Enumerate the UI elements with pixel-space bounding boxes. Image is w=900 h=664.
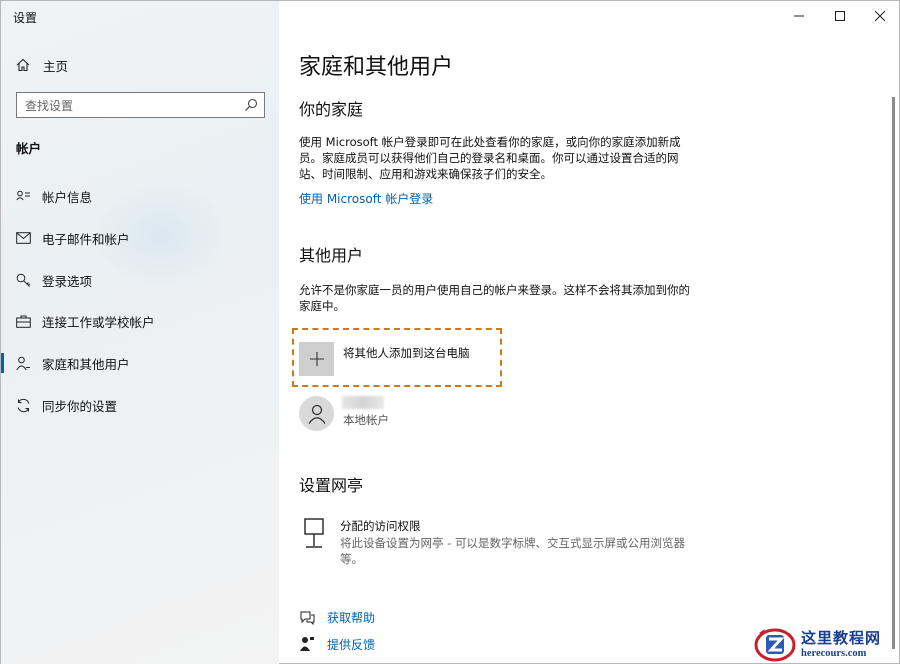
family-heading: 你的家庭 [299,100,364,119]
assigned-access-description: 将此设备设置为网亭 - 可以是数字标牌、交互式显示屏或公用浏览器等。 [340,536,685,566]
plus-icon [309,352,324,366]
user-account-type: 本地帐户 [343,413,389,427]
sidebar-item-sync[interactable]: 同步你的设置 [15,393,117,417]
watermark-en: herecours.com [801,648,867,659]
other-users-description: 允许不是你家庭一员的用户使用自己的帐户来登录。这样不会将其添加到你的家庭中。 [299,283,690,313]
ms-signin-link[interactable]: 使用 Microsoft 帐户登录 [299,190,433,207]
help-chat-icon [299,609,315,625]
sidebar-item-label: 家庭和其他用户 [42,356,130,372]
get-help-label: 获取帮助 [327,610,376,625]
home-icon [15,57,31,73]
watermark: 这里教程网 herecours.com [753,621,900,664]
watermark-cn: 这里教程网 [801,629,882,647]
watermark-logo-icon [754,628,796,662]
sync-icon [15,397,31,413]
sidebar-item-email-accounts[interactable]: 电子邮件和帐户 [15,226,130,250]
other-users-heading: 其他用户 [299,246,364,265]
sidebar-item-label: 电子邮件和帐户 [42,231,130,247]
add-user-button[interactable] [299,342,334,376]
page-title: 家庭和其他用户 [299,55,454,80]
sidebar-item-label: 登录选项 [42,273,93,289]
kiosk-icon [303,518,327,550]
get-help-link[interactable]: 获取帮助 [299,608,375,626]
kiosk-heading: 设置网亭 [299,476,364,495]
sidebar-item-work-school[interactable]: 连接工作或学校帐户 [15,309,155,333]
search-placeholder: 查找设置 [25,98,74,113]
scrollbar[interactable] [892,97,895,649]
assigned-access-link[interactable]: 分配的访问权限 [340,518,421,534]
feedback-label: 提供反馈 [327,637,376,652]
search-input[interactable]: 查找设置 [16,92,265,118]
person-card-icon [15,188,31,204]
sidebar-item-sign-in-options[interactable]: 登录选项 [15,268,92,292]
briefcase-icon [15,313,31,329]
user-name-blurred[interactable] [342,396,384,409]
user-icon [307,404,326,424]
main-content: 家庭和其他用户 你的家庭 使用 Microsoft 帐户登录即可在此处查看你的家… [279,1,900,664]
family-description: 使用 Microsoft 帐户登录即可在此处查看你的家庭，或向你的家庭添加新成员… [299,135,681,181]
feedback-link[interactable]: 提供反馈 [299,635,375,653]
key-icon [15,272,31,288]
sidebar-item-label: 连接工作或学校帐户 [42,314,155,330]
mail-icon [15,230,31,246]
sidebar-item-account-info[interactable]: 帐户信息 [15,184,92,208]
add-user-label[interactable]: 将其他人添加到这台电脑 [343,345,470,361]
section-label-accounts: 帐户 [16,141,42,156]
active-indicator [1,353,4,373]
avatar[interactable] [299,396,334,431]
sidebar-item-label: 帐户信息 [42,189,93,205]
sidebar: 设置 主页 查找设置 帐户 帐户信息 电子邮件和帐户 登录选项 连接工作或学校帐… [1,1,279,664]
nav-home[interactable]: 主页 [15,55,68,75]
sidebar-item-label: 同步你的设置 [42,398,118,414]
app-title: 设置 [13,11,38,25]
settings-window: 设置 主页 查找设置 帐户 帐户信息 电子邮件和帐户 登录选项 连接工作或学校帐… [0,0,900,664]
watermark-text: 这里教程网 herecours.com [801,627,881,659]
sidebar-item-family-users[interactable]: 家庭和其他用户 [15,351,130,375]
search-icon[interactable] [244,98,258,112]
feedback-icon [299,636,315,652]
nav-home-label: 主页 [43,58,69,74]
people-icon [15,355,31,371]
